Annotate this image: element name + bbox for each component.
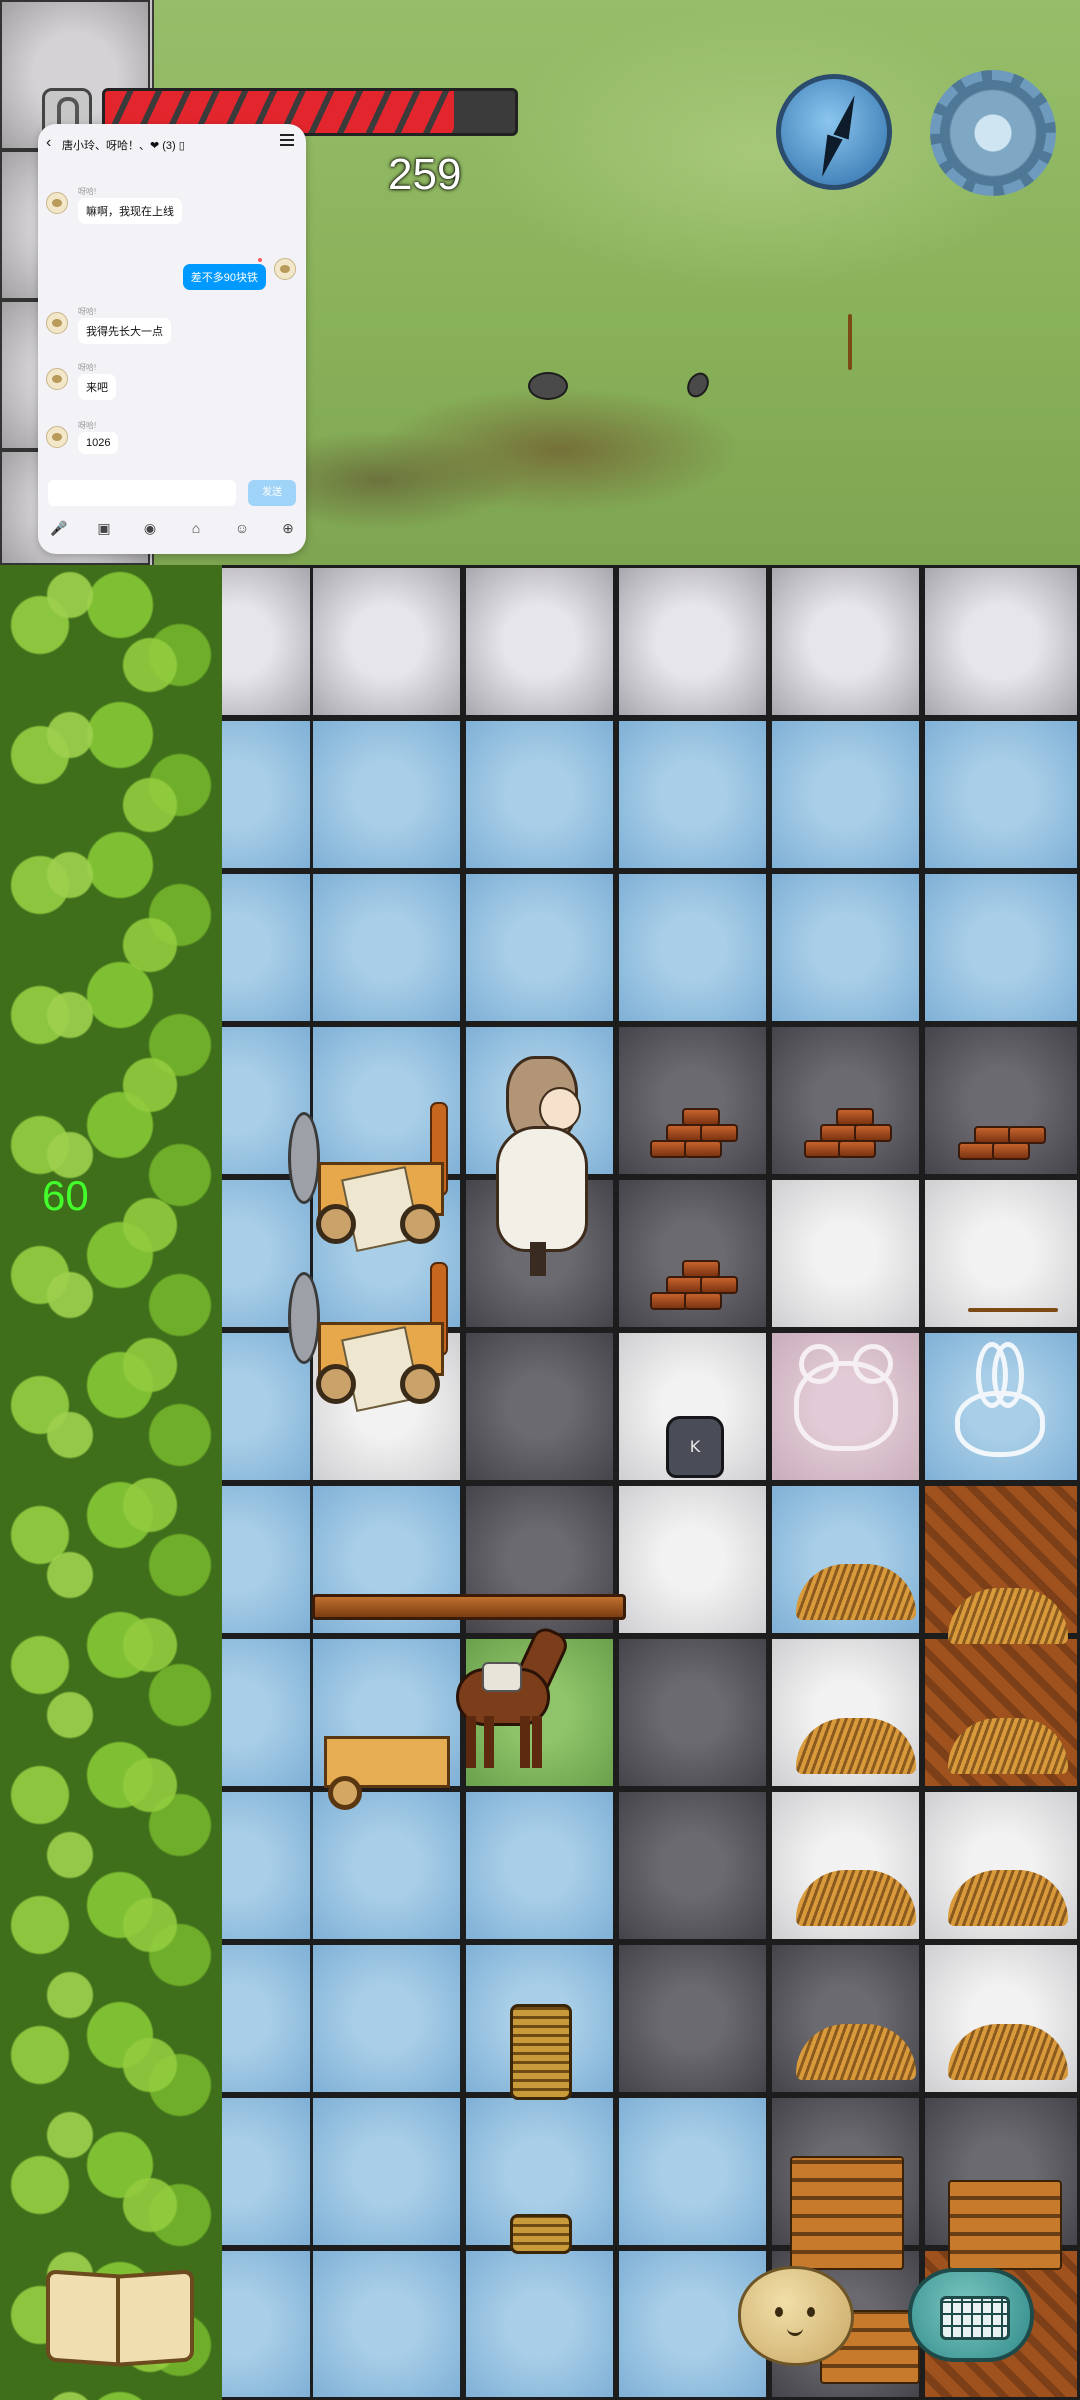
white-floor-tile [616,1483,769,1636]
avatar[interactable] [46,192,68,214]
message-sender: 呀哈! [78,187,97,196]
white-floor-tile [769,1177,922,1330]
blue-floor-tile [922,718,1080,871]
blue-floor-tile [769,871,922,1024]
dark-floor-tile [616,1942,769,2095]
wooden-fence-rail[interactable] [312,1594,626,1620]
avatar[interactable] [46,426,68,448]
blue-floor-tile [616,2095,769,2248]
back-icon[interactable]: ‹ [46,134,51,152]
camera-icon[interactable]: ◉ [142,520,158,536]
crude-car-2[interactable] [288,1262,448,1413]
straw-pile[interactable] [948,1704,1068,1774]
forest-bushes [0,565,222,2400]
firewood-pile[interactable] [798,1098,898,1168]
message-sender: 呀哈! [78,363,97,372]
dark-floor-tile [463,1330,616,1483]
basket[interactable] [510,2214,572,2254]
straw-pile[interactable] [948,1574,1068,1644]
stone-floor-tile [463,565,616,718]
chat-toolbar: 🎤 ▣ ◉ ⌂ ☺ ⊕ [38,514,306,544]
avatar[interactable] [274,258,296,280]
pink-bear-floor-tile [769,1330,922,1483]
firewood-pile[interactable] [952,1108,1052,1178]
blue-floor-tile [616,871,769,1024]
blue-floor-tile [310,871,463,1024]
blue-floor-tile [310,718,463,871]
message-bubble[interactable]: 我得先长大一点 [78,318,171,344]
food-counter: 259 [388,150,462,199]
blue-floor-tile [616,718,769,871]
round-stone[interactable] [528,372,568,400]
blue-floor-tile [463,1789,616,1942]
firewood-pile[interactable] [644,1098,744,1168]
avatar[interactable] [46,368,68,390]
chat-overlay[interactable]: ‹ 唐小玲、呀哈！、❤ (3) ▯ 呀哈! 嘛啊，我现在上线 差不多90块铁 呀… [38,124,306,554]
message-bubble[interactable]: 嘛啊，我现在上线 [78,198,182,224]
plus-icon[interactable]: ⊕ [280,520,296,536]
chat-input[interactable] [48,480,236,506]
blue-floor-tile [463,2248,616,2400]
firewood-pile[interactable] [644,1250,744,1320]
potato-face-icon[interactable] [738,2266,854,2366]
blue-floor-tile [310,1942,463,2095]
long-stick[interactable] [968,1308,1058,1312]
blue-floor-tile [463,718,616,871]
redpacket-icon[interactable]: ⌂ [188,520,204,536]
backpack-item[interactable]: K [666,1416,724,1478]
branch[interactable] [848,314,852,370]
stone-floor-tile [616,565,769,718]
straw-pile[interactable] [796,2010,916,2080]
horse[interactable] [436,1623,572,1768]
blue-bunny-floor-tile [922,1330,1080,1483]
send-button[interactable]: 发送 [248,480,296,506]
blue-floor-tile [310,2248,463,2400]
microphone-icon[interactable]: 🎤 [50,520,67,536]
board-stack[interactable] [790,2156,904,2270]
stone-floor-tile [922,565,1080,718]
dark-floor-tile [616,1789,769,1942]
stone-floor-tile [769,565,922,718]
chat-title: 唐小玲、呀哈！、❤ (3) ▯ [62,140,185,152]
blue-floor-tile [463,871,616,1024]
message-bubble[interactable]: 1026 [78,432,119,454]
blue-floor-tile [769,718,922,871]
gear-icon[interactable] [930,70,1056,196]
horse-cart[interactable] [324,1736,450,1810]
chat-header: ‹ 唐小玲、呀哈！、❤ (3) ▯ [38,124,306,164]
blue-floor-tile [310,1789,463,1942]
dark-floor-tile [616,1636,769,1789]
fps-counter: 60 [42,1172,89,1219]
compass-icon[interactable] [776,74,892,190]
message-bubble[interactable]: 来吧 [78,374,116,400]
blue-floor-tile [922,871,1080,1024]
basket[interactable] [510,2004,572,2100]
stone-floor-tile [310,565,463,718]
player-character[interactable] [488,1056,588,1286]
emoji-icon[interactable]: ☺ [234,520,250,536]
message-sender: 呀哈! [78,307,97,316]
message-bubble[interactable]: 差不多90块铁 [182,264,266,290]
straw-pile[interactable] [948,1856,1068,1926]
straw-pile[interactable] [796,1704,916,1774]
board-stack[interactable] [948,2180,1062,2270]
bear-rug-icon [794,1344,898,1451]
bunny-rug-icon [955,1342,1045,1457]
straw-pile[interactable] [948,2010,1068,2080]
book-icon[interactable] [44,2266,194,2367]
avatar[interactable] [46,312,68,334]
unread-dot [258,258,262,262]
blue-floor-tile [310,2095,463,2248]
message-sender: 呀哈! [78,421,97,430]
image-icon[interactable]: ▣ [96,520,112,536]
keyboard-icon[interactable] [908,2268,1034,2362]
straw-pile[interactable] [796,1856,916,1926]
crude-car-1[interactable] [288,1102,448,1253]
menu-icon[interactable] [280,134,294,146]
straw-pile[interactable] [796,1550,916,1620]
